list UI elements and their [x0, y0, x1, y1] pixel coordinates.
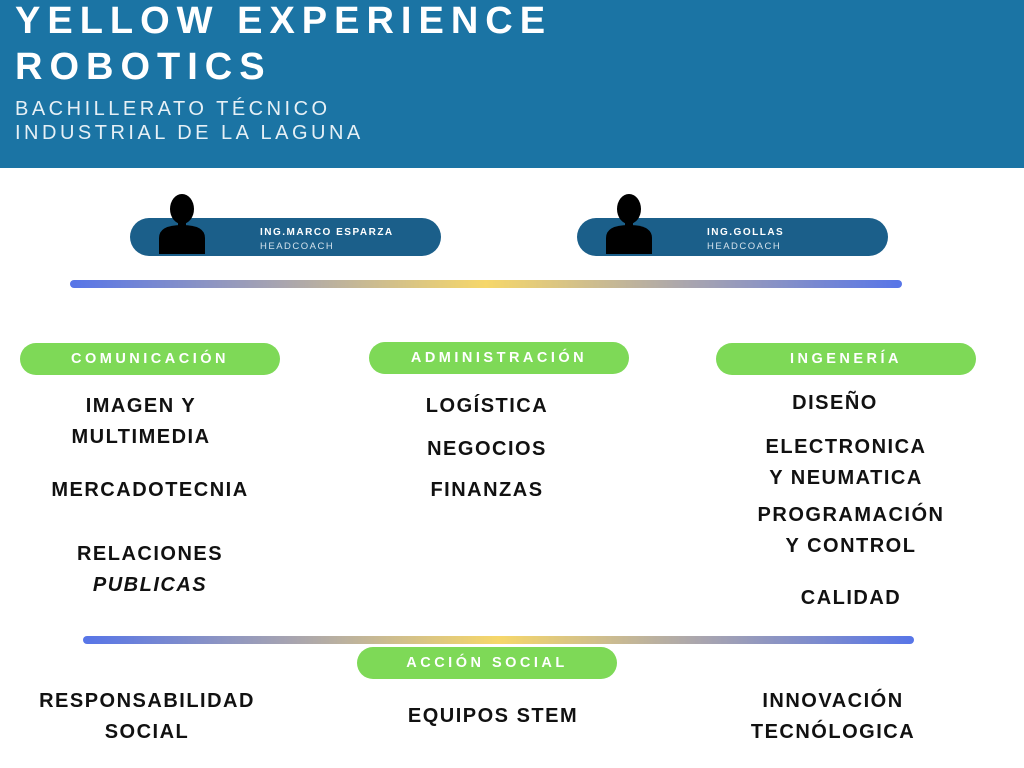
coach-role: HEADCOACH	[707, 241, 782, 252]
item-line: IMAGEN Y	[85, 395, 197, 417]
subtitle-line-1: BACHILLERATO TÉCNICO	[15, 98, 331, 120]
item-line: RESPONSABILIDAD	[39, 690, 255, 712]
area-item-negocios: NEGOCIOS	[427, 434, 547, 465]
person-icon	[159, 194, 205, 254]
coach-name: ING.MARCO ESPARZA	[260, 227, 394, 238]
area-item-innovacion-tecnologica: INNOVACIÓN TECNÓLOGICA	[751, 686, 915, 748]
area-item-equipos-stem: EQUIPOS STEM	[408, 701, 578, 732]
item-line: MULTIMEDIA	[71, 426, 211, 448]
gradient-divider-bottom	[83, 636, 914, 644]
title-line-2: ROBOTICS	[15, 46, 272, 88]
category-administracion: ADMINISTRACIÓN	[369, 342, 629, 374]
item-line: Y CONTROL	[785, 535, 917, 557]
category-ingenieria: INGENERÍA	[716, 343, 976, 375]
item-line: LOGÍSTICA	[425, 395, 549, 417]
coach-name: ING.GOLLAS	[707, 227, 785, 238]
area-item-calidad: CALIDAD	[801, 583, 902, 614]
item-line: Y NEUMATICA	[769, 467, 923, 489]
item-line: PUBLICAS	[92, 574, 208, 596]
area-item-mercadotecnia: MERCADOTECNIA	[51, 475, 248, 506]
item-line: PROGRAMACIÓN	[757, 504, 945, 526]
item-line: EQUIPOS STEM	[407, 705, 579, 727]
area-item-diseno: DISEÑO	[792, 388, 878, 419]
area-item-responsabilidad-social: RESPONSABILIDAD SOCIAL	[39, 686, 255, 748]
category-comunicacion: COMUNICACIÓN	[20, 343, 280, 375]
person-icon	[606, 194, 652, 254]
subtitle-line-2: INDUSTRIAL DE LA LAGUNA	[15, 122, 364, 144]
item-line: ELECTRONICA	[765, 436, 927, 458]
item-line: SOCIAL	[104, 721, 190, 743]
area-item-programacion-control: PROGRAMACIÓN Y CONTROL	[758, 500, 945, 562]
coach-role: HEADCOACH	[260, 241, 335, 252]
category-accion-social: ACCIÓN SOCIAL	[357, 647, 617, 679]
item-line: MERCADOTECNIA	[51, 479, 249, 501]
title-line-1: YELLOW EXPERIENCE	[15, 0, 553, 42]
area-item-imagen-multimedia: IMAGEN Y MULTIMEDIA	[71, 391, 210, 453]
header-banner: YELLOW EXPERIENCE ROBOTICS BACHILLERATO …	[0, 0, 1024, 168]
item-line: RELACIONES	[76, 543, 224, 565]
item-line: DISEÑO	[792, 392, 878, 414]
area-item-finanzas: FINANZAS	[430, 475, 543, 506]
item-line: INNOVACIÓN	[762, 690, 904, 712]
item-line: FINANZAS	[430, 479, 544, 501]
area-item-relaciones-publicas: RELACIONES PUBLICAS	[77, 539, 223, 601]
item-line: NEGOCIOS	[427, 438, 547, 460]
area-item-logistica: LOGÍSTICA	[426, 391, 548, 422]
area-item-electronica-neumatica: ELECTRONICA Y NEUMATICA	[766, 432, 927, 494]
item-line: TECNÓLOGICA	[750, 721, 916, 743]
gradient-divider-top	[70, 280, 902, 288]
item-line: CALIDAD	[800, 587, 902, 609]
